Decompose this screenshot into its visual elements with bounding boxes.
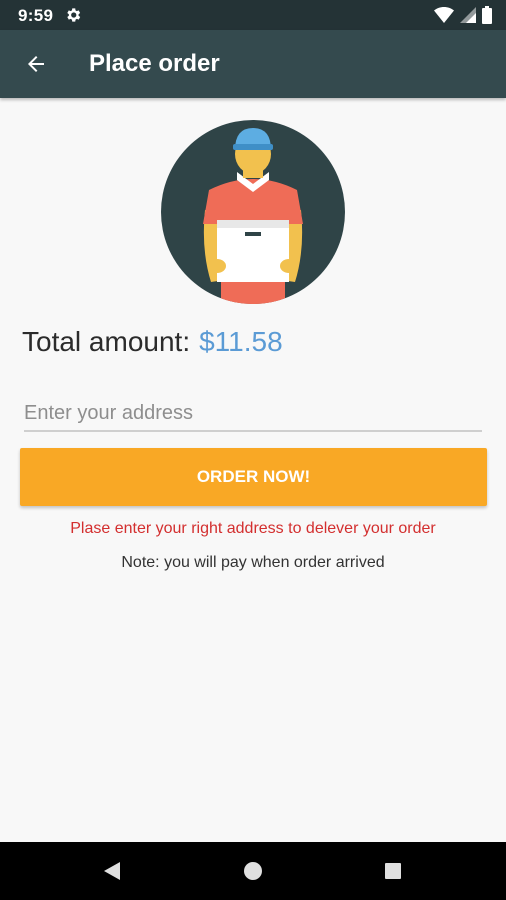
settings-gear-icon xyxy=(67,8,81,22)
payment-note: Note: you will pay when order arrived xyxy=(121,554,385,571)
nav-home-button[interactable] xyxy=(235,853,271,889)
page-title: Place order xyxy=(89,50,220,77)
battery-icon xyxy=(482,6,492,24)
status-time: 9:59 xyxy=(18,6,54,25)
status-icons xyxy=(434,6,492,24)
nav-home-icon xyxy=(244,862,262,880)
order-now-button[interactable]: ORDER NOW! xyxy=(20,448,487,506)
nav-recents-icon xyxy=(385,863,401,879)
delivery-man-illustration xyxy=(161,120,345,304)
nav-back-icon xyxy=(104,862,120,880)
arrow-back-icon xyxy=(28,56,44,72)
back-button[interactable] xyxy=(12,40,60,88)
cell-signal-icon xyxy=(460,7,476,23)
main-content: Total amount: $11.58 ORDER NOW! Plase ent… xyxy=(0,98,506,842)
system-nav-bar xyxy=(0,842,506,900)
total-label: Total amount: xyxy=(22,326,191,357)
wifi-icon xyxy=(434,7,454,23)
status-bar: 9:59 xyxy=(0,0,506,30)
address-error-message: Plase enter your right address to deleve… xyxy=(70,520,436,537)
nav-recents-button[interactable] xyxy=(375,853,411,889)
app-bar: Place order xyxy=(0,30,506,98)
total-amount-row: Total amount: $11.58 xyxy=(22,326,283,358)
nav-back-button[interactable] xyxy=(94,853,130,889)
address-input[interactable] xyxy=(24,396,482,432)
total-value: $11.58 xyxy=(199,326,283,357)
